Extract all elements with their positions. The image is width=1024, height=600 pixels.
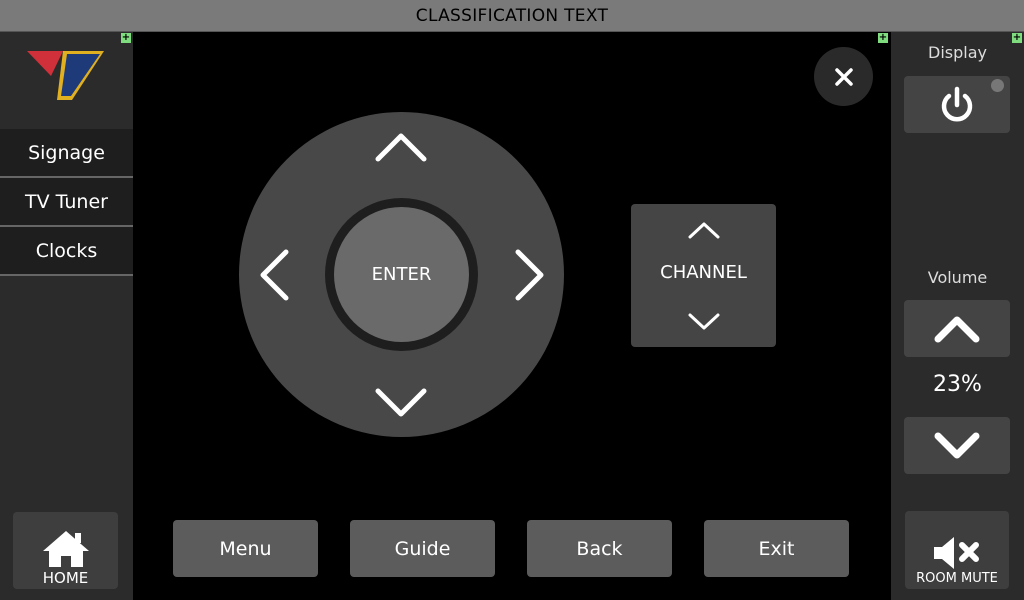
channel-label: CHANNEL [660,262,747,283]
dpad-down-button[interactable] [371,381,431,425]
guide-label: Guide [394,537,451,560]
power-status-indicator [991,79,1004,92]
enter-button[interactable]: ENTER [334,207,469,342]
sidebar-item-label: Clocks [35,239,98,262]
channel-up-button[interactable] [631,210,776,250]
chevron-right-icon [515,249,544,301]
chevron-down-icon [375,388,427,417]
chevron-up-icon [934,316,980,342]
guide-button[interactable]: Guide [350,520,495,577]
home-button[interactable]: HOME [13,512,118,589]
classification-banner: CLASSIFICATION TEXT [0,0,1024,32]
home-icon [42,531,89,567]
channel-down-button[interactable] [631,302,776,342]
classification-text: CLASSIFICATION TEXT [415,5,609,26]
exit-button[interactable]: Exit [704,520,849,577]
chevron-up-icon [375,133,427,162]
power-icon [941,86,973,121]
volume-label: Volume [927,268,988,287]
dpad-left-button[interactable] [252,245,296,305]
close-button[interactable] [814,47,873,106]
menu-label: Menu [219,537,272,560]
close-icon [834,67,853,86]
chevron-down-icon [934,432,980,458]
display-label: Display [928,43,987,62]
plus-icon: + [878,32,888,43]
sidebar-item-tv-tuner[interactable]: TV Tuner [0,178,133,227]
speaker-mute-icon [934,537,979,569]
sidebar-item-clocks[interactable]: Clocks [0,227,133,276]
plus-icon: + [121,32,131,43]
volume-up-button[interactable] [904,300,1010,357]
sidebar-item-signage[interactable]: Signage [0,129,133,178]
channel-rocker: CHANNEL [631,204,776,347]
volume-level: 23% [933,372,982,397]
back-button[interactable]: Back [527,520,672,577]
dpad-right-button[interactable] [508,245,552,305]
room-mute-button[interactable]: ROOM MUTE [905,511,1009,589]
sidebar-item-label: TV Tuner [25,190,108,213]
chevron-left-icon [260,249,289,301]
back-label: Back [576,537,623,560]
menu-button[interactable]: Menu [173,520,318,577]
exit-label: Exit [758,537,795,560]
logo [27,51,104,100]
plus-icon: + [1012,32,1022,43]
sidebar-item-label: Signage [28,141,105,164]
chevron-up-icon [688,222,719,239]
dpad-up-button[interactable] [371,125,431,169]
home-label: HOME [42,569,89,587]
room-mute-label: ROOM MUTE [916,571,998,586]
chevron-down-icon [688,313,719,330]
volume-down-button[interactable] [904,417,1010,474]
enter-label: ENTER [371,264,432,285]
